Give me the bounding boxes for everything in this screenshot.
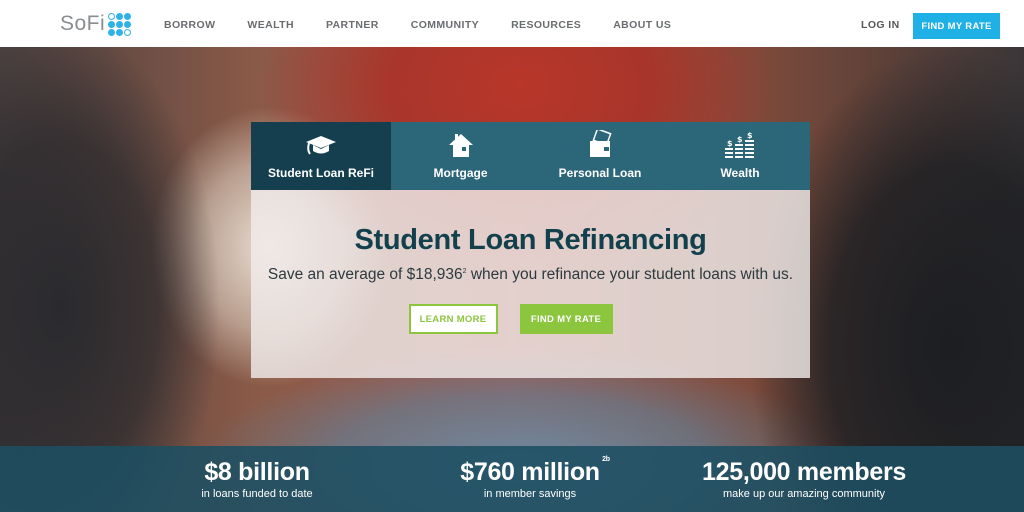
main-nav: BORROW WEALTH PARTNER COMMUNITY RESOURCE… — [164, 19, 703, 31]
product-panel: Student Loan Refinancing Save an average… — [251, 190, 810, 378]
tab-wealth[interactable]: $ $ $ Wealth — [670, 122, 810, 190]
panel-subtitle: Save an average of $18,9362 when you ref… — [267, 266, 794, 283]
wallet-icon — [590, 130, 612, 157]
tab-personal-loan[interactable]: Personal Loan — [530, 122, 670, 190]
panel-title: Student Loan Refinancing — [354, 224, 707, 256]
nav-partner[interactable]: PARTNER — [326, 19, 379, 31]
nav-resources[interactable]: RESOURCES — [511, 19, 581, 31]
sofi-logo[interactable]: SoFi — [60, 12, 132, 36]
logo-dots-icon — [108, 12, 132, 36]
nav-about-us[interactable]: ABOUT US — [613, 19, 671, 31]
footnote-link[interactable]: 2b — [602, 456, 610, 463]
coin-stacks-icon: $ $ $ — [725, 131, 754, 158]
learn-more-button[interactable]: LEARN MORE — [408, 304, 498, 334]
login-link[interactable]: LOG IN — [861, 19, 900, 31]
tab-student-loan-refi[interactable]: Student Loan ReFi — [251, 122, 391, 190]
nav-wealth[interactable]: WEALTH — [247, 19, 294, 31]
stats-band: $8 billion in loans funded to date $760 … — [0, 446, 1024, 512]
product-tabs: Student Loan ReFi Mortgage Personal Loan… — [251, 122, 810, 190]
stat-members: 125,000 members make up our amazing comm… — [702, 458, 906, 500]
stat-member-savings: $760 million 2b in member savings — [460, 456, 610, 500]
find-my-rate-button[interactable]: FIND MY RATE — [519, 304, 613, 334]
house-icon — [448, 134, 473, 157]
product-card: Student Loan ReFi Mortgage Personal Loan… — [251, 122, 810, 378]
svg-text:$: $ — [747, 131, 753, 140]
svg-text:$: $ — [727, 139, 733, 148]
nav-community[interactable]: COMMUNITY — [411, 19, 479, 31]
nav-borrow[interactable]: BORROW — [164, 19, 215, 31]
graduation-cap-icon — [306, 136, 336, 155]
stat-loans-funded: $8 billion in loans funded to date — [201, 458, 313, 500]
svg-text:$: $ — [737, 135, 743, 144]
top-navbar: SoFi BORROW WEALTH PARTNER COMMUNITY RES… — [0, 0, 1024, 47]
tab-mortgage[interactable]: Mortgage — [391, 122, 530, 190]
header-find-my-rate-button[interactable]: FIND MY RATE — [913, 13, 1000, 39]
